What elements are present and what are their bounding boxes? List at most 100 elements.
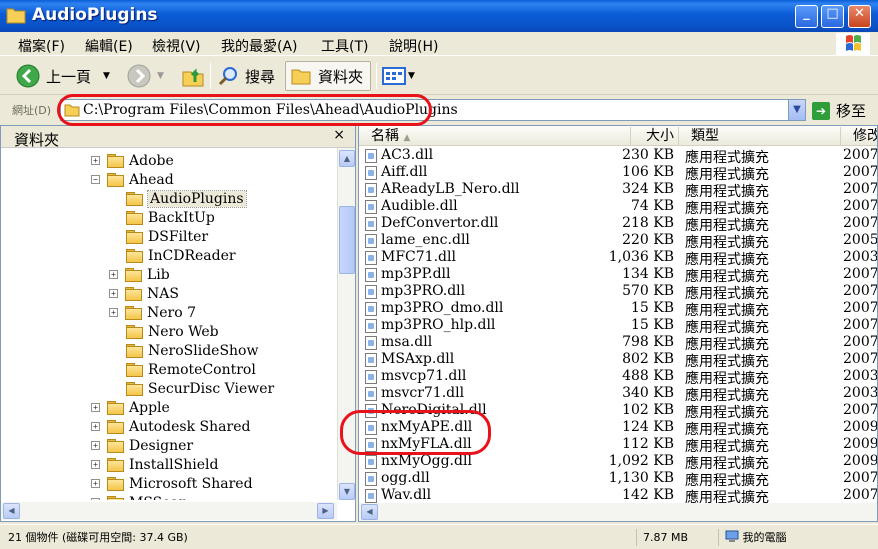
scroll-left-icon[interactable]: ◀ [3,503,20,519]
tree-vertical-scrollbar[interactable]: ▲ ▼ [337,148,355,500]
dll-file-icon [365,336,377,350]
tree-node[interactable]: AudioPlugins [109,189,247,208]
forward-button[interactable]: ▼ [127,61,164,91]
expand-icon[interactable]: + [91,460,100,469]
folder-icon [126,249,143,263]
scroll-up-icon[interactable]: ▲ [339,150,355,167]
file-modified: 2003 [843,368,878,384]
scroll-left-icon[interactable]: ◀ [361,504,378,520]
file-row[interactable]: lame_enc.dll 220 KB 應用程式擴充 2005 [359,232,877,251]
expand-icon[interactable]: + [91,441,100,450]
expand-icon[interactable]: + [91,156,100,165]
expand-icon[interactable]: + [91,498,100,500]
close-pane-icon[interactable]: × [333,127,345,143]
file-row[interactable]: nxMyFLA.dll 112 KB 應用程式擴充 2009 [359,436,878,455]
folder-icon [125,268,142,282]
menu-view[interactable]: 檢視(V) [152,36,201,56]
search-button[interactable]: 搜尋 [217,61,275,91]
file-modified: 2009 [843,436,878,452]
files-horizontal-scrollbar[interactable]: ◀ [359,503,877,521]
file-name: nxMyOgg.dll [381,453,472,469]
column-name[interactable]: 名稱 ▲ [359,127,631,145]
tree-node[interactable]: InCDReader [109,246,236,265]
tree-node[interactable]: + Autodesk Shared [91,417,250,436]
tree-node-label: BackItUp [148,209,215,226]
file-row[interactable]: NeroDigital.dll 102 KB 應用程式擴充 2007 [359,402,877,421]
column-modified[interactable]: 修改 [841,127,877,145]
file-modified: 2007 [843,266,878,282]
expand-icon[interactable]: + [109,270,118,279]
tree-node[interactable]: + Adobe [91,151,174,170]
toolbar-separator [210,63,211,89]
minimize-button[interactable]: _ [795,5,818,28]
file-row[interactable]: mp3PP.dll 134 KB 應用程式擴充 2007 [359,266,878,285]
expand-icon[interactable]: + [91,479,100,488]
file-row[interactable]: AReadyLB_Nero.dll 324 KB 應用程式擴充 2007 [359,181,877,200]
collapse-icon[interactable]: − [91,175,100,184]
up-folder-button[interactable] [181,61,205,91]
file-row[interactable]: Audible.dll 74 KB 應用程式擴充 2007 [359,198,878,217]
maximize-button[interactable]: □ [821,5,844,28]
menu-favorites[interactable]: 我的最愛(A) [221,36,298,56]
tree-horizontal-scrollbar[interactable]: ◀ ▶ [1,502,337,520]
tree-node[interactable]: BackItUp [109,208,215,227]
file-modified: 2007 [843,198,878,214]
file-row[interactable]: MSAxp.dll 802 KB 應用程式擴充 2007 [359,351,877,370]
menu-tools[interactable]: 工具(T) [321,36,368,56]
tree-node[interactable]: + NAS [109,284,179,303]
file-row[interactable]: DefConvertor.dll 218 KB 應用程式擴充 2007 [359,215,877,234]
tree-node[interactable]: + Designer [91,436,193,455]
file-row[interactable]: mp3PRO.dll 570 KB 應用程式擴充 2007 [359,283,877,302]
tree-node[interactable]: + MSSoap [91,493,188,500]
tree-node[interactable]: + Lib [109,265,170,284]
tree-node[interactable]: + Nero 7 [109,303,196,322]
tree-node[interactable]: RemoteControl [109,360,256,379]
column-size[interactable]: 大小 [631,127,679,145]
expand-icon[interactable]: + [91,403,100,412]
tree-node[interactable]: NeroSlideShow [109,341,258,360]
views-button[interactable]: ▼ [382,61,415,91]
address-dropdown-button[interactable]: ▼ [788,100,805,120]
scroll-down-icon[interactable]: ▼ [339,483,355,500]
file-row[interactable]: Wav.dll 142 KB 應用程式擴充 2007 [359,487,877,506]
tree-node[interactable]: − Ahead [91,170,174,189]
file-row[interactable]: msvcr71.dll 340 KB 應用程式擴充 2003 [359,385,877,404]
menu-help[interactable]: 說明(H) [389,36,438,56]
tree-node[interactable]: Nero Web [109,322,219,341]
menu-file[interactable]: 檔案(F) [18,36,65,56]
file-row[interactable]: nxMyOgg.dll 1,092 KB 應用程式擴充 2009 [359,453,877,472]
file-row[interactable]: msa.dll 798 KB 應用程式擴充 2007 [359,334,877,353]
file-name: msa.dll [381,334,433,350]
file-row[interactable]: nxMyAPE.dll 124 KB 應用程式擴充 2009 [359,419,877,438]
file-row[interactable]: ogg.dll 1,130 KB 應用程式擴充 2007 [359,470,877,489]
forward-dropdown-icon[interactable]: ▼ [157,71,164,81]
tree-node[interactable]: + Apple [91,398,170,417]
tree-node[interactable]: + Microsoft Shared [91,474,253,493]
back-button[interactable]: 上一頁 ▼ [16,61,110,91]
folder-icon [125,306,142,320]
menu-edit[interactable]: 編輯(E) [85,36,133,56]
expand-icon[interactable]: + [109,308,118,317]
title-bar[interactable]: AudioPlugins _ □ ✕ [0,0,878,32]
file-row[interactable]: mp3PRO_dmo.dll 15 KB 應用程式擴充 2007 [359,300,877,319]
scroll-right-icon[interactable]: ▶ [317,503,334,519]
file-row[interactable]: mp3PRO_hlp.dll 15 KB 應用程式擴充 2007 [359,317,877,336]
address-input[interactable]: C:\Program Files\Common Files\Ahead\Audi… [60,99,806,121]
folders-button[interactable]: 資料夾 [285,61,371,91]
file-row[interactable]: MFC71.dll 1,036 KB 應用程式擴充 2003 [359,249,877,268]
back-dropdown-icon[interactable]: ▼ [103,71,110,81]
dll-file-icon [365,489,377,503]
tree-node[interactable]: DSFilter [109,227,208,246]
column-type[interactable]: 類型 [679,127,841,145]
expand-icon[interactable]: + [91,422,100,431]
file-row[interactable]: msvcp71.dll 488 KB 應用程式擴充 2003 [359,368,878,387]
close-button[interactable]: ✕ [848,5,871,28]
tree-node[interactable]: SecurDisc Viewer [109,379,274,398]
go-button[interactable]: ➔ 移至 [812,100,866,121]
file-row[interactable]: AC3.dll 230 KB 應用程式擴充 2007 [359,147,877,166]
file-row[interactable]: Aiff.dll 106 KB 應用程式擴充 2007 [359,164,877,183]
expand-icon[interactable]: + [109,289,118,298]
tree-node[interactable]: + InstallShield [91,455,218,474]
scroll-thumb[interactable] [339,206,355,274]
file-name: NeroDigital.dll [381,402,487,418]
